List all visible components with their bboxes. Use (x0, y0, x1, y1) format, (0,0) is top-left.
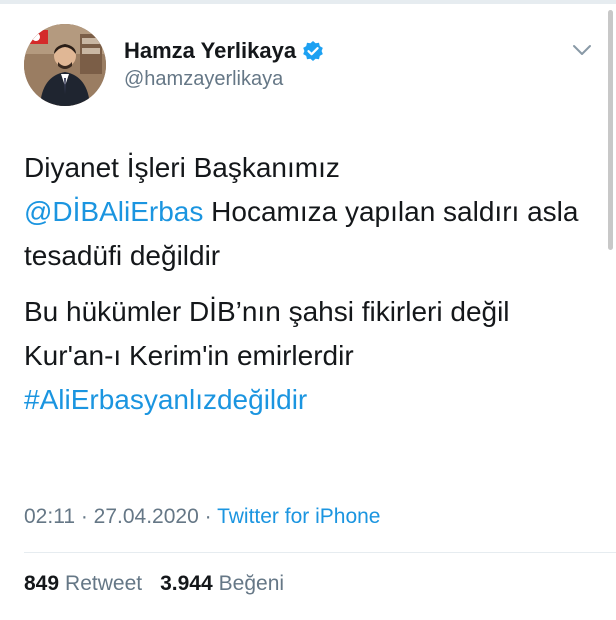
tweet-paragraph-2: Bu hükümler DİB’nın şahsi fikirleri deği… (24, 290, 584, 422)
tweet-source-link[interactable]: Twitter for iPhone (217, 505, 380, 528)
tweet-paragraph-1: Diyanet İşleri Başkanımız @DİBAliErbas Ho… (24, 146, 584, 278)
author-info: Hamza Yerlikaya @hamzayerlikaya (124, 36, 324, 91)
tweet-time[interactable]: 02:11 (24, 505, 75, 528)
avatar[interactable] (24, 24, 106, 106)
meta-separator: · (75, 505, 94, 528)
tweet-line-1: Diyanet İşleri Başkanımız (24, 152, 340, 183)
tweet-header: Hamza Yerlikaya @hamzayerlikaya (24, 24, 594, 108)
like-count: 3.944 (160, 572, 213, 595)
tweet-meta: 02:11 · 27.04.2020 · Twitter for iPhone (24, 505, 380, 529)
hashtag-link[interactable]: #AliErbasyanlızdeğildir (24, 384, 307, 415)
tweet-paragraph-2-text: Bu hükümler DİB’nın şahsi fikirleri deği… (24, 296, 510, 371)
retweet-label: Retweet (65, 572, 143, 595)
chevron-down-icon[interactable] (570, 38, 594, 62)
verified-badge-icon (302, 40, 324, 62)
display-name[interactable]: Hamza Yerlikaya (124, 38, 296, 64)
top-divider (0, 0, 616, 4)
user-handle[interactable]: @hamzayerlikaya (124, 68, 324, 91)
retweet-stat[interactable]: 849 Retweet (24, 572, 142, 596)
scrollbar[interactable] (608, 10, 613, 250)
like-stat[interactable]: 3.944 Beğeni (160, 572, 284, 596)
retweet-count: 849 (24, 572, 60, 595)
tweet-text: Diyanet İşleri Başkanımız @DİBAliErbas Ho… (24, 146, 584, 422)
meta-separator: · (198, 505, 218, 528)
mention-link[interactable]: @DİBAliErbas (24, 196, 203, 227)
like-label: Beğeni (218, 572, 285, 595)
name-row: Hamza Yerlikaya (124, 36, 324, 66)
stats-divider (24, 552, 616, 553)
tweet-stats: 849 Retweet 3.944 Beğeni (24, 572, 284, 596)
tweet-date[interactable]: 27.04.2020 (94, 505, 199, 528)
